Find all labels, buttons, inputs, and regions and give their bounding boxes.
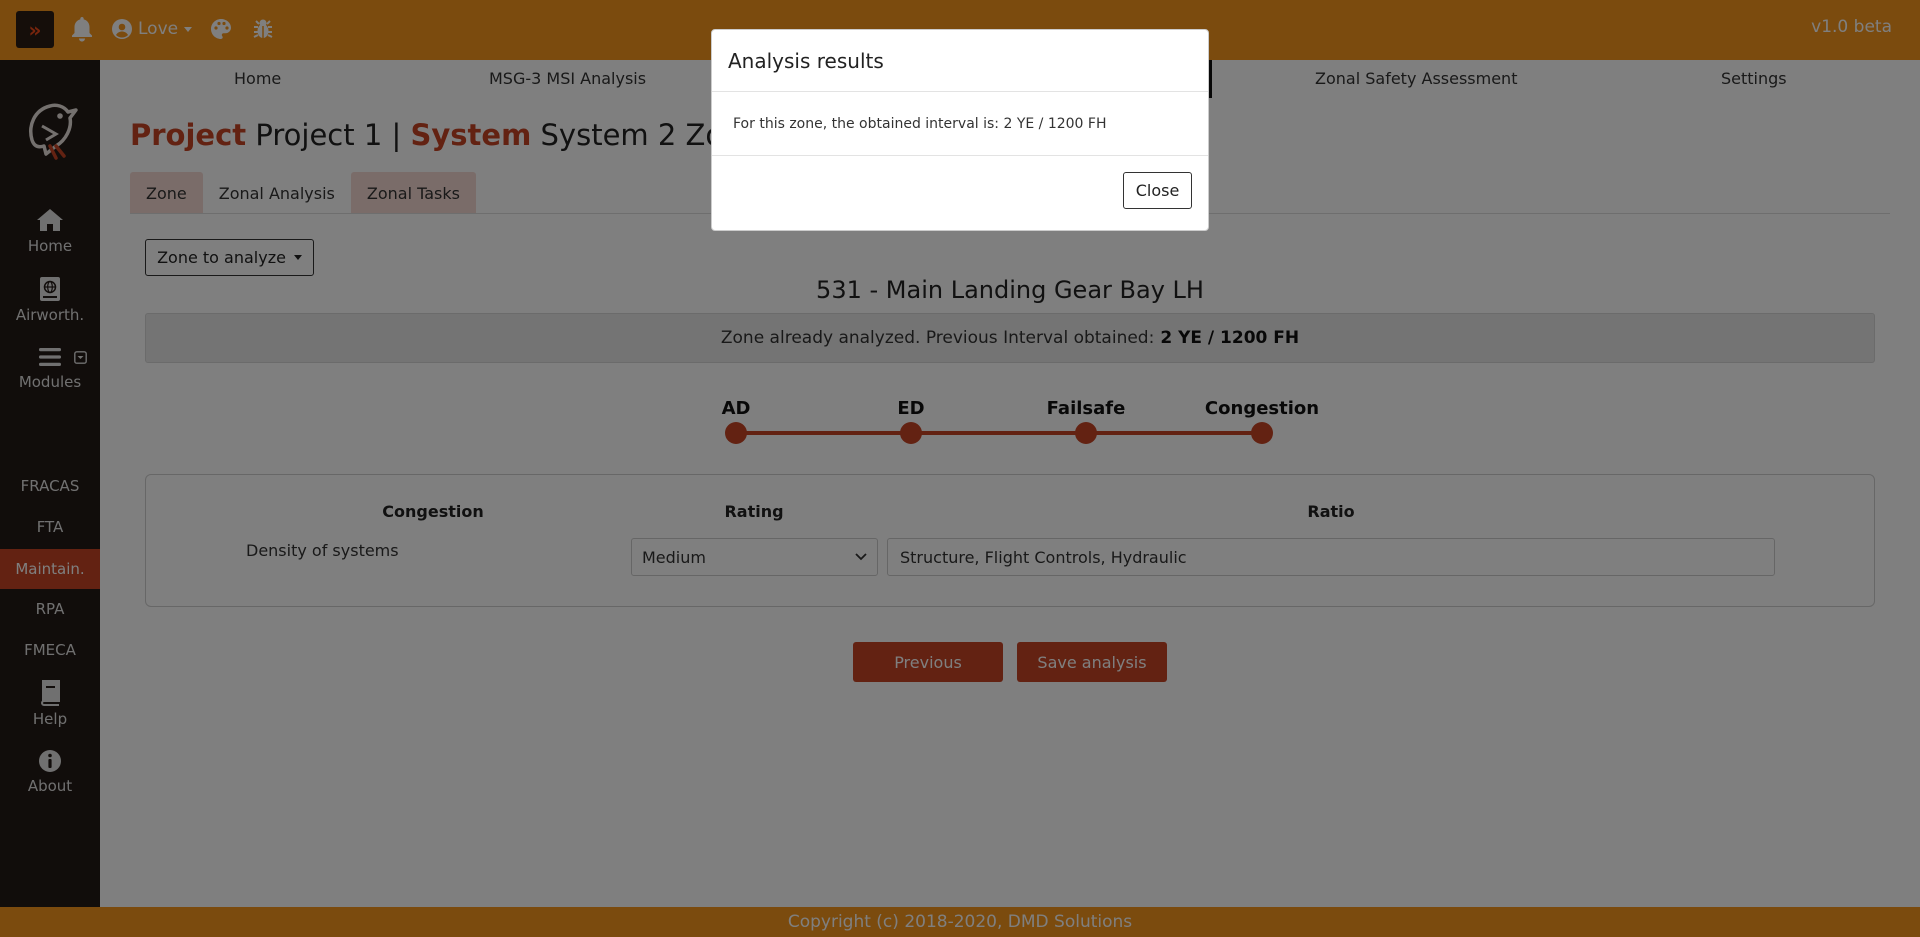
modal-body: For this zone, the obtained interval is:… bbox=[712, 92, 1208, 156]
modal-title: Analysis results bbox=[728, 48, 884, 73]
modal-footer: Close bbox=[712, 156, 1208, 232]
close-button[interactable]: Close bbox=[1123, 172, 1192, 209]
modal-header: Analysis results bbox=[712, 30, 1208, 92]
modal-message: For this zone, the obtained interval is:… bbox=[733, 115, 1107, 132]
analysis-results-modal: Analysis results For this zone, the obta… bbox=[711, 29, 1209, 231]
